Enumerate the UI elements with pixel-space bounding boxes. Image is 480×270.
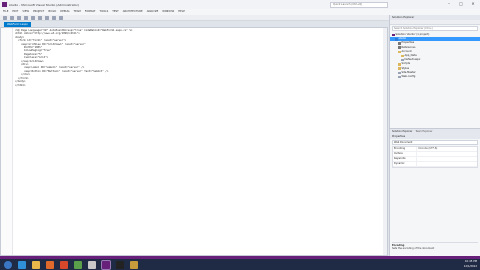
solution-explorer-panel: Solution Explorer Search Solution Explor… — [389, 15, 480, 128]
code-editor[interactable]: <%@ Page Language="C#" AutoEventWireup="… — [0, 27, 388, 256]
system-clock[interactable]: 10:45 PM 12/1/2012 — [464, 260, 477, 269]
folder-icon — [398, 67, 401, 70]
description-text: Sets the encoding of the document — [392, 247, 435, 251]
property-name: Dynamic — [393, 162, 417, 166]
start-debug-icon[interactable] — [59, 15, 63, 20]
window-title: studio - Microsoft Visual Studio (Admini… — [9, 2, 80, 7]
solution-icon — [392, 33, 395, 37]
property-name: Keywords — [393, 157, 417, 161]
file-icon — [398, 75, 401, 79]
open-file-icon[interactable] — [24, 15, 28, 20]
internet-explorer-icon[interactable] — [18, 260, 26, 269]
office-icon[interactable] — [60, 260, 68, 269]
property-row[interactable]: Dynamic — [393, 162, 477, 167]
forward-icon[interactable] — [10, 15, 14, 20]
windows-taskbar: 10:45 PM 12/1/2012 — [0, 259, 480, 270]
media-player-icon[interactable] — [46, 260, 54, 269]
properties-object-selector[interactable]: Web Document — [392, 140, 478, 145]
property-value[interactable] — [417, 162, 477, 166]
chrome-icon[interactable] — [88, 260, 96, 269]
title-bar: studio - Microsoft Visual Studio (Admini… — [0, 0, 480, 9]
maximize-button[interactable]: □ — [456, 0, 466, 8]
project-icon — [395, 38, 398, 41]
undo-icon[interactable] — [45, 15, 49, 20]
property-name: Encoding — [393, 147, 417, 151]
solution-explorer-toolbar — [390, 20, 480, 25]
properties-title: Properties — [390, 134, 480, 139]
code-line[interactable]: </html> — [15, 84, 132, 87]
clock-time: 10:45 PM — [464, 260, 477, 263]
new-file-icon[interactable] — [17, 15, 21, 20]
file-icon — [398, 71, 401, 75]
code-text[interactable]: <%@ Page Language="C#" AutoEventWireup="… — [15, 29, 132, 87]
properties-description: Encoding Sets the encoding of the docume… — [392, 242, 478, 254]
properties-grid: Encoding Unicode (UTF-8) Culture Keywords Dy… — [392, 146, 478, 168]
save-all-icon[interactable] — [38, 15, 42, 20]
solution-tree: Solution 'studio' (1 project) studio Prope… — [390, 32, 480, 79]
save-icon[interactable] — [31, 15, 35, 20]
property-value[interactable] — [417, 152, 477, 156]
property-value[interactable]: Unicode (UTF-8) — [417, 147, 477, 151]
editor-gutter — [1, 28, 13, 255]
property-name: Culture — [393, 152, 417, 156]
folder-icon[interactable] — [130, 260, 138, 269]
folder-icon — [398, 63, 401, 66]
references-icon — [398, 46, 401, 49]
file-explorer-icon[interactable] — [32, 260, 40, 269]
folder-icon — [401, 54, 404, 58]
visual-studio-taskbar-icon[interactable] — [101, 259, 111, 270]
tab-team-explorer[interactable]: Team Explorer — [415, 129, 432, 134]
redo-icon[interactable] — [52, 15, 56, 20]
visual-studio-logo-icon — [2, 2, 7, 7]
back-icon[interactable] — [3, 15, 7, 20]
tree-node[interactable]: Web.config — [390, 75, 480, 79]
editor-vertical-scrollbar[interactable] — [383, 28, 387, 255]
solution-search-input[interactable]: Search Solution Explorer (Ctrl+;) — [392, 26, 478, 31]
property-value[interactable] — [417, 157, 477, 161]
start-button-icon[interactable] — [4, 260, 12, 269]
window-controls: – □ ✕ — [444, 0, 478, 8]
clock-date: 12/1/2012 — [463, 264, 477, 268]
properties-icon — [398, 42, 401, 45]
command-prompt-icon[interactable] — [116, 260, 124, 269]
quick-launch-input[interactable]: Quick Launch (Ctrl+Q) — [330, 1, 388, 8]
tree-node-label: Web.config — [401, 74, 416, 78]
close-button[interactable]: ✕ — [468, 0, 478, 8]
folder-icon — [398, 50, 401, 54]
network-icon[interactable] — [74, 260, 82, 269]
minimize-button[interactable]: – — [444, 0, 454, 8]
properties-panel: Solution Explorer Team Explorer Properti… — [389, 128, 480, 256]
